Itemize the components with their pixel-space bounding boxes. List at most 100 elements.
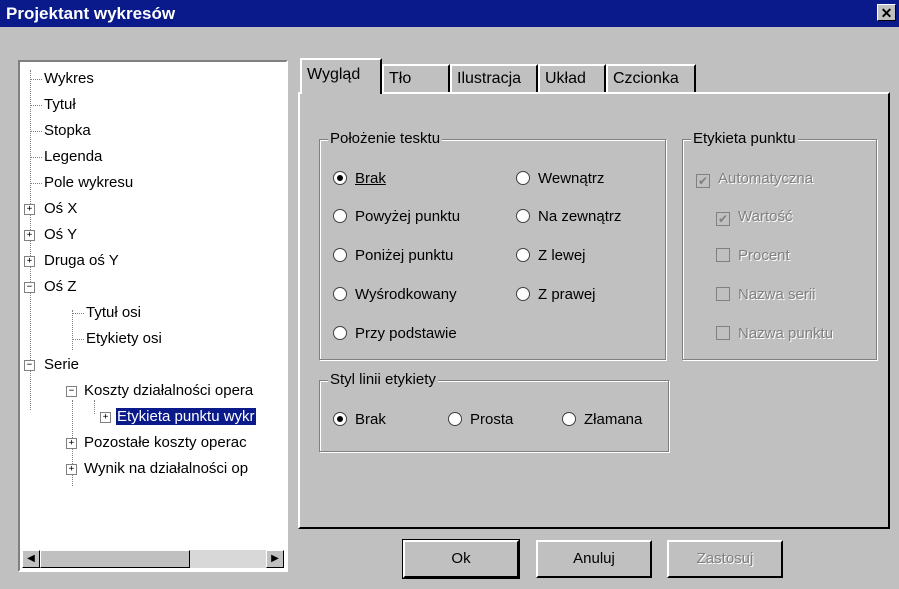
radio-line-prosta[interactable]: Prosta: [448, 411, 513, 429]
checkbox-icon: [716, 326, 730, 340]
tab-tlo[interactable]: Tło: [382, 64, 450, 94]
tree-item-label: Wykres: [44, 70, 94, 87]
tree-item-etykiety-osi[interactable]: Etykiety osi: [86, 330, 162, 348]
tree-item-label: Serie: [44, 356, 80, 373]
tree-item-label: Koszty działalności opera: [84, 382, 254, 399]
tree-item-series-3[interactable]: Wynik na działalności op: [84, 460, 248, 478]
tree-item-series-1[interactable]: Koszty działalności opera: [84, 382, 253, 400]
radio-powyzej-punktu[interactable]: Powyżej punktu: [333, 208, 460, 226]
radio-z-prawej[interactable]: Z prawej: [516, 286, 596, 304]
radio-selected-icon: [333, 412, 347, 426]
tree-connector: [30, 131, 42, 132]
tree-item-label: Legenda: [44, 148, 103, 165]
checkbox-wartosc[interactable]: ✔ Wartość: [716, 208, 792, 226]
radio-przy-podstawie[interactable]: Przy podstawie: [333, 325, 457, 343]
button-label: Ok: [451, 550, 471, 567]
radio-label: Złamana: [584, 411, 643, 428]
radio-ponizej-punktu[interactable]: Poniżej punktu: [333, 247, 453, 265]
radio-icon: [516, 248, 530, 262]
radio-icon: [448, 412, 462, 426]
ok-button[interactable]: Ok: [402, 539, 520, 579]
tree-item-legenda[interactable]: Legenda: [44, 148, 102, 166]
expand-icon[interactable]: +: [66, 438, 77, 449]
tree-connector: [30, 157, 42, 158]
tree-item-series-2[interactable]: Pozostałe koszty operac: [84, 434, 247, 452]
tab-label: Czcionka: [613, 70, 679, 87]
checkbox-icon: [716, 248, 730, 262]
tree-connector: [30, 183, 42, 184]
checkbox-nazwa-punktu[interactable]: Nazwa punktu: [716, 325, 833, 343]
tree-item-etykieta-punktu[interactable]: Etykieta punktu wykr: [116, 408, 256, 426]
radio-line-zlamana[interactable]: Złamana: [562, 411, 642, 429]
collapse-icon[interactable]: −: [66, 386, 77, 397]
expand-icon[interactable]: +: [66, 464, 77, 475]
tree-connector: [30, 79, 42, 80]
arrow-left-icon: ◀: [27, 553, 35, 564]
radio-line-brak[interactable]: Brak: [333, 411, 386, 429]
radio-label: Brak: [355, 411, 386, 428]
tab-label: Wygląd: [307, 66, 361, 83]
radio-icon: [516, 287, 530, 301]
scrollbar-thumb[interactable]: [40, 550, 190, 568]
checkbox-label: Nazwa punktu: [738, 325, 834, 342]
tree-item-label: Tytuł osi: [86, 304, 142, 321]
radio-selected-icon: [333, 171, 347, 185]
close-button[interactable]: ✕: [877, 4, 896, 21]
expand-icon[interactable]: +: [100, 412, 111, 423]
scroll-right-button[interactable]: ▶: [266, 550, 284, 568]
tree-item-os-x[interactable]: Oś X: [44, 200, 77, 218]
radio-label: Wewnątrz: [538, 170, 605, 187]
tree-item-os-y[interactable]: Oś Y: [44, 226, 77, 244]
tab-wyglad[interactable]: Wygląd: [300, 58, 382, 94]
group-title: Styl linii etykiety: [328, 371, 438, 389]
group-title: Położenie tesktu: [328, 130, 443, 148]
tree-item-label: Pozostałe koszty operac: [84, 434, 247, 451]
title-bar: Projektant wykresów ✕: [0, 0, 899, 27]
window-title: Projektant wykresów: [6, 4, 176, 23]
tree-item-tytul[interactable]: Tytuł: [44, 96, 76, 114]
tree-item-druga-os-y[interactable]: Druga oś Y: [44, 252, 119, 270]
expand-icon[interactable]: +: [24, 230, 35, 241]
radio-label: Poniżej punktu: [355, 247, 454, 264]
tree-connector: [72, 339, 84, 340]
collapse-icon[interactable]: −: [24, 282, 35, 293]
tree-item-os-z[interactable]: Oś Z: [44, 278, 77, 296]
tab-ilustracja[interactable]: Ilustracja: [450, 64, 538, 94]
radio-na-zewnatrz[interactable]: Na zewnątrz: [516, 208, 621, 226]
tree-item-tytul-osi[interactable]: Tytuł osi: [86, 304, 141, 322]
checkbox-automatyczna[interactable]: ✔ Automatyczna: [696, 170, 813, 188]
radio-wysrodkowany[interactable]: Wyśrodkowany: [333, 286, 457, 304]
checkmark-icon: ✔: [696, 174, 710, 188]
checkbox-label: Automatyczna: [718, 170, 814, 187]
radio-icon: [562, 412, 576, 426]
radio-icon: [333, 326, 347, 340]
tab-label: Układ: [545, 70, 586, 87]
scroll-left-button[interactable]: ◀: [22, 550, 40, 568]
expand-icon[interactable]: +: [24, 256, 35, 267]
expand-icon[interactable]: +: [24, 204, 35, 215]
tree-item-label: Pole wykresu: [44, 174, 134, 191]
checkbox-procent[interactable]: Procent: [716, 247, 790, 265]
close-icon: ✕: [880, 5, 893, 21]
radio-brak[interactable]: Brak: [333, 170, 386, 188]
cancel-button[interactable]: Anuluj: [536, 540, 652, 578]
tab-czcionka[interactable]: Czcionka: [606, 64, 696, 94]
tree-item-wykres[interactable]: Wykres: [44, 70, 94, 88]
chart-element-tree[interactable]: Wykres Tytuł Stopka Legenda Pole wykresu…: [18, 60, 288, 572]
tree-item-label: Oś X: [44, 200, 78, 217]
checkbox-nazwa-serii[interactable]: Nazwa serii: [716, 286, 816, 304]
radio-label: Z prawej: [538, 286, 596, 303]
horizontal-scrollbar[interactable]: ◀ ▶: [22, 550, 284, 568]
radio-label: Brak: [355, 170, 386, 187]
apply-button[interactable]: Zastosuj: [667, 540, 783, 578]
group-title: Etykieta punktu: [691, 130, 798, 148]
checkbox-label: Wartość: [738, 208, 793, 225]
tree-item-serie[interactable]: Serie: [44, 356, 79, 374]
checkbox-icon: [716, 287, 730, 301]
tab-uklad[interactable]: Układ: [538, 64, 606, 94]
tree-item-pole-wykresu[interactable]: Pole wykresu: [44, 174, 133, 192]
collapse-icon[interactable]: −: [24, 360, 35, 371]
tree-item-stopka[interactable]: Stopka: [44, 122, 91, 140]
radio-z-lewej[interactable]: Z lewej: [516, 247, 586, 265]
radio-wewnatrz[interactable]: Wewnątrz: [516, 170, 604, 188]
